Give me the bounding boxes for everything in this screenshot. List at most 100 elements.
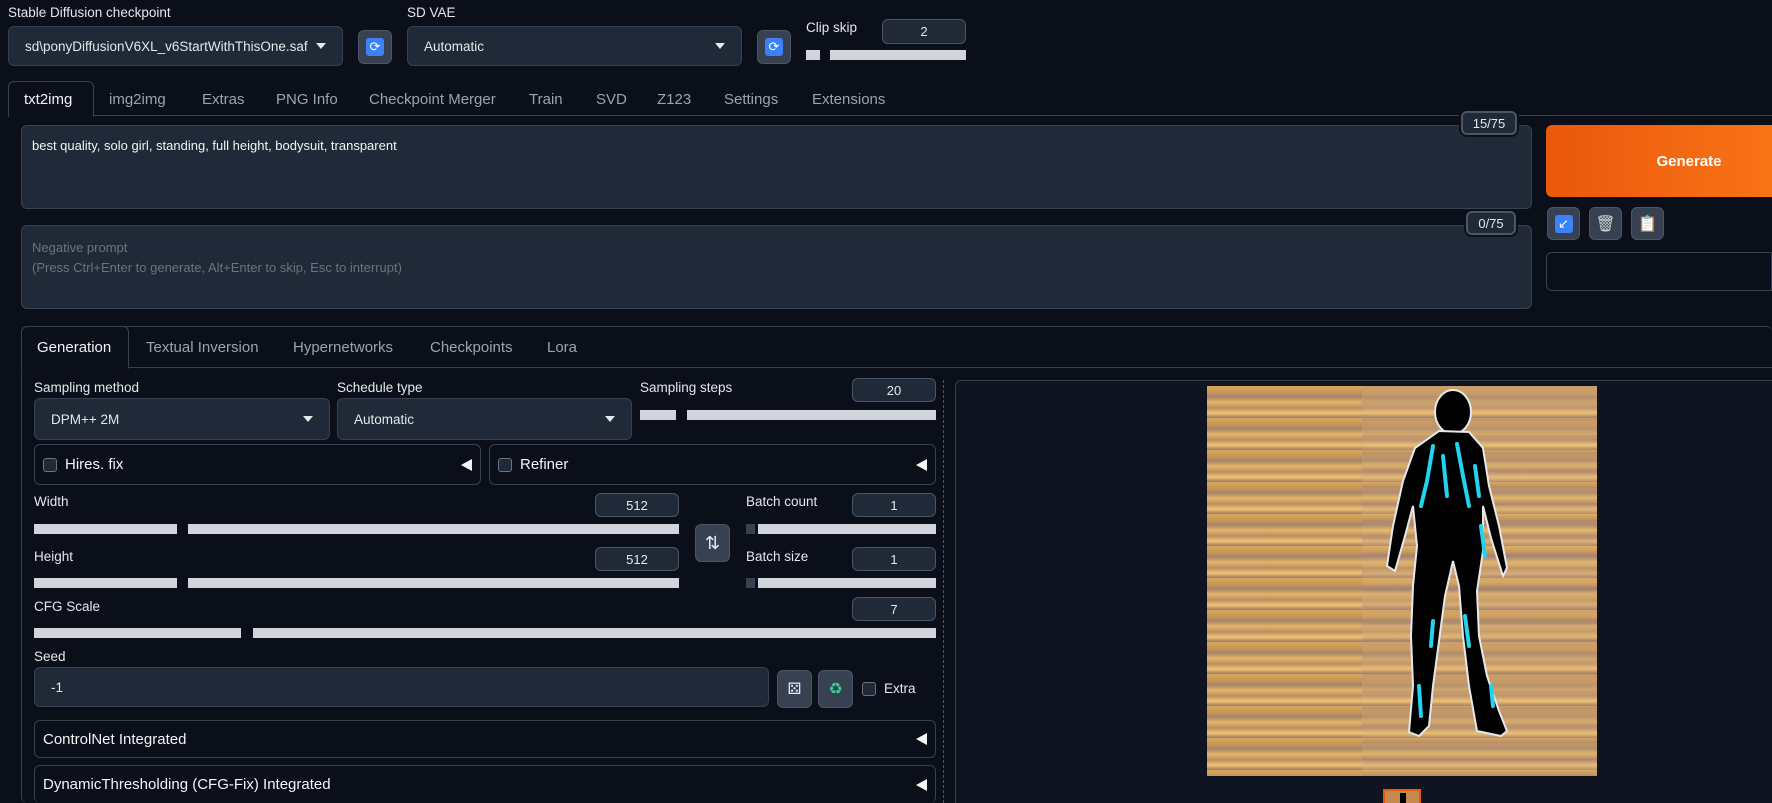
- sampling-method-label: Sampling method: [34, 380, 140, 395]
- height-slider[interactable]: [188, 578, 679, 588]
- collapse-arrow-icon: [916, 778, 927, 791]
- tab-settings[interactable]: Settings: [724, 91, 778, 108]
- width-slider[interactable]: [188, 524, 679, 534]
- sampling-method-value: DPM++ 2M: [51, 411, 120, 427]
- batch-size-slider[interactable]: [758, 578, 936, 588]
- refiner-accordion[interactable]: Refiner: [489, 444, 936, 485]
- vae-value: Automatic: [424, 38, 485, 54]
- sampling-steps-slider-left[interactable]: [640, 410, 676, 420]
- sampling-method-dropdown[interactable]: DPM++ 2M: [34, 398, 330, 440]
- prompt-text: best quality, solo girl, standing, full …: [32, 138, 397, 153]
- clip-skip-input[interactable]: 2: [882, 19, 966, 44]
- checkpoint-label: Stable Diffusion checkpoint: [8, 5, 171, 20]
- chevron-down-icon: [605, 416, 615, 422]
- refresh-icon: ⟳: [366, 38, 384, 56]
- extra-label: Extra: [884, 681, 916, 696]
- tab-train[interactable]: Train: [529, 91, 563, 108]
- checkpoint-refresh-button[interactable]: ⟳: [358, 30, 392, 64]
- cfg-scale-slider-left[interactable]: [34, 628, 241, 638]
- tab-txt2img[interactable]: txt2img: [24, 91, 72, 108]
- schedule-type-value: Automatic: [354, 411, 415, 427]
- batch-size-input[interactable]: 1: [852, 547, 936, 571]
- tab-z123[interactable]: Z123: [657, 91, 691, 108]
- schedule-type-label: Schedule type: [337, 380, 423, 395]
- vae-refresh-button[interactable]: ⟳: [757, 30, 791, 64]
- negative-prompt-textarea[interactable]: Negative prompt (Press Ctrl+Enter to gen…: [21, 225, 1532, 309]
- column-separator: [943, 380, 944, 803]
- height-label: Height: [34, 549, 74, 564]
- generated-image[interactable]: [1207, 386, 1597, 776]
- subtab-divider: [129, 367, 1772, 368]
- paste-button[interactable]: 📋: [1631, 207, 1664, 240]
- apply-styles-button[interactable]: ↙: [1547, 207, 1580, 240]
- arrow-icon: ↙: [1554, 214, 1573, 233]
- cfg-scale-slider[interactable]: [253, 628, 936, 638]
- height-input[interactable]: 512: [595, 547, 679, 571]
- swap-dimensions-button[interactable]: ⇅: [695, 524, 730, 562]
- vae-dropdown[interactable]: Automatic: [407, 26, 742, 66]
- collapse-arrow-icon: [916, 733, 927, 745]
- collapse-arrow-icon: [461, 458, 472, 471]
- batch-count-slider[interactable]: [758, 524, 936, 534]
- controlnet-label: ControlNet Integrated: [43, 730, 187, 748]
- extra-checkbox[interactable]: [862, 681, 876, 696]
- seed-value: -1: [51, 679, 64, 695]
- hires-fix-accordion[interactable]: Hires. fix: [34, 444, 481, 485]
- controlnet-accordion[interactable]: ControlNet Integrated: [34, 720, 936, 758]
- tab-textual-inversion[interactable]: Textual Inversion: [146, 339, 259, 356]
- dynamic-thresholding-accordion[interactable]: DynamicThresholding (CFG-Fix) Integrated: [34, 765, 936, 803]
- width-label: Width: [34, 494, 69, 509]
- thumbnail-figure: [1400, 793, 1406, 803]
- image-thumbnail[interactable]: [1383, 789, 1421, 803]
- tab-checkpoints[interactable]: Checkpoints: [430, 339, 513, 356]
- clear-prompt-button[interactable]: 🗑: [1589, 207, 1622, 240]
- seed-input[interactable]: -1: [34, 667, 769, 707]
- tab-extensions[interactable]: Extensions: [812, 91, 885, 108]
- negative-token-counter: 0/75: [1466, 211, 1516, 235]
- tab-extras[interactable]: Extras: [202, 91, 245, 108]
- width-slider-left[interactable]: [34, 524, 177, 534]
- negative-prompt-placeholder: Negative prompt: [32, 240, 128, 255]
- batch-count-slider-left[interactable]: [746, 524, 755, 534]
- height-slider-left[interactable]: [34, 578, 177, 588]
- dynamic-thresholding-label: DynamicThresholding (CFG-Fix) Integrated: [43, 776, 331, 793]
- random-seed-button[interactable]: ⚄: [777, 670, 812, 708]
- clip-skip-slider[interactable]: [830, 50, 966, 60]
- prompt-textarea[interactable]: best quality, solo girl, standing, full …: [21, 125, 1532, 209]
- chevron-down-icon: [316, 43, 326, 49]
- checkpoint-value: sd\ponyDiffusionV6XL_v6StartWithThisOne.…: [25, 38, 308, 54]
- generate-button[interactable]: Generate: [1546, 125, 1772, 197]
- tab-lora[interactable]: Lora: [547, 339, 577, 356]
- hires-fix-label: Hires. fix: [65, 456, 124, 473]
- clip-skip-slider-left[interactable]: [806, 50, 820, 60]
- tab-png-info[interactable]: PNG Info: [276, 91, 338, 108]
- checkpoint-dropdown[interactable]: sd\ponyDiffusionV6XL_v6StartWithThisOne.…: [8, 26, 343, 66]
- figure-silhouette: [1385, 389, 1509, 738]
- tab-img2img[interactable]: img2img: [109, 91, 166, 108]
- tab-generation[interactable]: Generation: [37, 339, 111, 356]
- sampling-steps-slider[interactable]: [687, 410, 936, 420]
- tab-divider: [94, 115, 1772, 116]
- negative-prompt-hint: (Press Ctrl+Enter to generate, Alt+Enter…: [32, 260, 402, 275]
- batch-count-label: Batch count: [746, 494, 818, 509]
- tab-checkpoint-merger[interactable]: Checkpoint Merger: [369, 91, 496, 108]
- tab-svd[interactable]: SVD: [596, 91, 627, 108]
- hires-fix-checkbox[interactable]: [43, 457, 57, 472]
- sampling-steps-input[interactable]: 20: [852, 378, 936, 402]
- trash-icon: 🗑: [1595, 215, 1616, 233]
- schedule-type-dropdown[interactable]: Automatic: [337, 398, 632, 440]
- batch-size-slider-left[interactable]: [746, 578, 755, 588]
- extra-seed-toggle[interactable]: Extra: [862, 681, 916, 696]
- batch-count-input[interactable]: 1: [852, 493, 936, 517]
- reuse-seed-button[interactable]: ♻: [818, 670, 853, 708]
- clipboard-icon: 📋: [1637, 215, 1658, 233]
- cfg-scale-input[interactable]: 7: [852, 597, 936, 621]
- refresh-icon: ⟳: [765, 38, 783, 56]
- refiner-checkbox[interactable]: [498, 457, 512, 472]
- batch-size-label: Batch size: [746, 549, 809, 564]
- chevron-down-icon: [715, 43, 725, 49]
- styles-dropdown[interactable]: [1546, 252, 1772, 291]
- tab-hypernetworks[interactable]: Hypernetworks: [293, 339, 393, 356]
- width-input[interactable]: 512: [595, 493, 679, 517]
- refiner-label: Refiner: [520, 456, 569, 473]
